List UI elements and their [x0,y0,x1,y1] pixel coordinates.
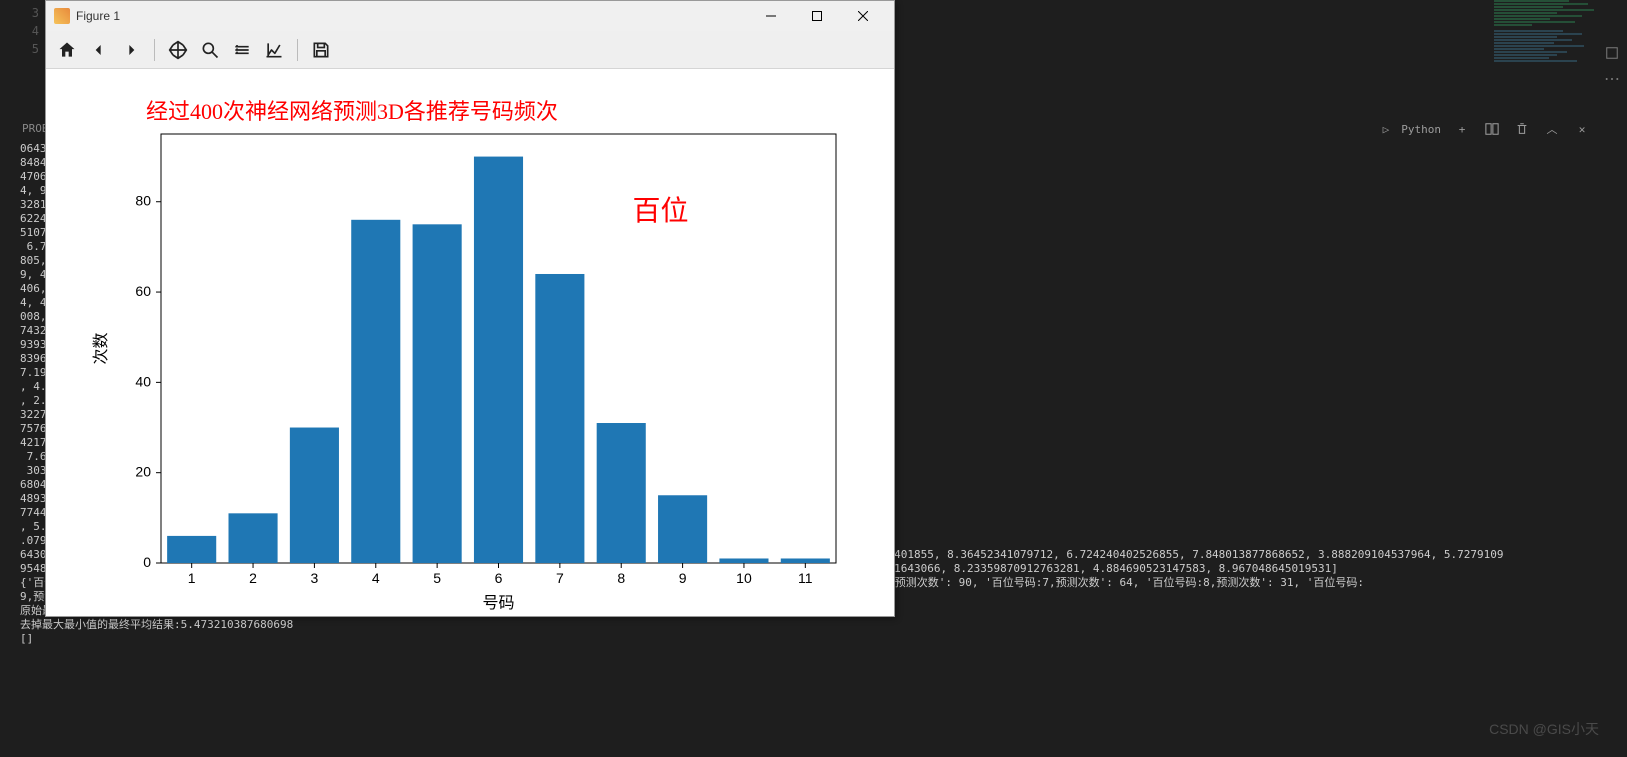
svg-text:6: 6 [495,570,503,586]
bar [535,274,584,563]
terminal-add-button[interactable]: + [1453,120,1471,138]
toolbar-home-button[interactable] [52,35,82,65]
svg-text:11: 11 [798,570,813,586]
line-number: 3 [6,4,39,22]
svg-text:60: 60 [135,283,151,299]
toolbar-subplots-button[interactable] [227,35,257,65]
toolbar-back-button[interactable] [84,35,114,65]
plot-area[interactable]: 经过400次神经网络预测3D各推荐号码频次 0 20 40 60 80 1 2 3 4 5 6 7 8 9 1… [46,69,894,616]
x-axis-label: 号码 [482,594,514,612]
terminal-split-icon[interactable] [1483,120,1501,138]
bar [719,558,768,563]
svg-text:3: 3 [311,570,319,586]
bar [658,495,707,563]
svg-text:10: 10 [736,570,752,586]
terminal-tabs: ▷ Python + ︿ ✕ [1383,120,1591,138]
toolbar-save-button[interactable] [306,35,336,65]
terminal-chevron-up-icon[interactable]: ︿ [1543,120,1561,138]
line-number: 5 [6,40,39,58]
chart-annotation: 百位 [632,195,688,227]
bar [167,536,216,563]
svg-text:1: 1 [188,570,196,586]
line-number: 4 [6,22,39,40]
terminal-kernel-icon: ▷ [1383,123,1390,136]
terminal-trash-icon[interactable] [1513,120,1531,138]
svg-text:0: 0 [143,554,151,570]
toolbar-axes-button[interactable] [259,35,289,65]
toolbar-zoom-button[interactable] [195,35,225,65]
toolbar-pan-button[interactable] [163,35,193,65]
svg-text:9: 9 [679,570,687,586]
window-close-button[interactable] [840,1,886,31]
svg-text:40: 40 [135,373,151,389]
chart-svg: 经过400次神经网络预测3D各推荐号码频次 0 20 40 60 80 1 2 3 4 5 6 7 8 9 1… [46,69,896,618]
bar [597,423,646,563]
svg-text:7: 7 [556,570,564,586]
figure-title-bar[interactable]: Figure 1 [46,1,894,31]
chart-title: 经过400次神经网络预测3D各推荐号码频次 [146,99,558,124]
toolbar-separator [154,39,155,61]
svg-text:20: 20 [135,464,151,480]
terminal-close-icon[interactable]: ✕ [1573,120,1591,138]
bar [290,428,339,563]
svg-text:80: 80 [135,193,151,209]
svg-text:2: 2 [249,570,257,586]
y-axis-label: 次数 [92,332,110,364]
bar [413,224,462,563]
figure-title: Figure 1 [76,9,120,23]
terminal-kernel-label[interactable]: Python [1401,123,1441,136]
toolbar-forward-button[interactable] [116,35,146,65]
svg-text:4: 4 [372,570,380,586]
bar [351,220,400,563]
ide-side-button[interactable]: ⋯ [1601,68,1623,90]
toolbar-separator [297,39,298,61]
window-maximize-button[interactable] [794,1,840,31]
bar [781,558,830,563]
watermark-text: CSDN @GIS小天 [1489,719,1599,739]
editor-gutter: 3 4 5 [0,0,45,120]
ide-side-button[interactable] [1601,42,1623,64]
svg-text:5: 5 [433,570,441,586]
svg-text:8: 8 [617,570,625,586]
figure-window: Figure 1 [45,0,895,617]
window-minimize-button[interactable] [748,1,794,31]
figure-app-icon [54,8,70,24]
bar [474,157,523,563]
bar [229,513,278,563]
figure-toolbar [46,31,894,69]
